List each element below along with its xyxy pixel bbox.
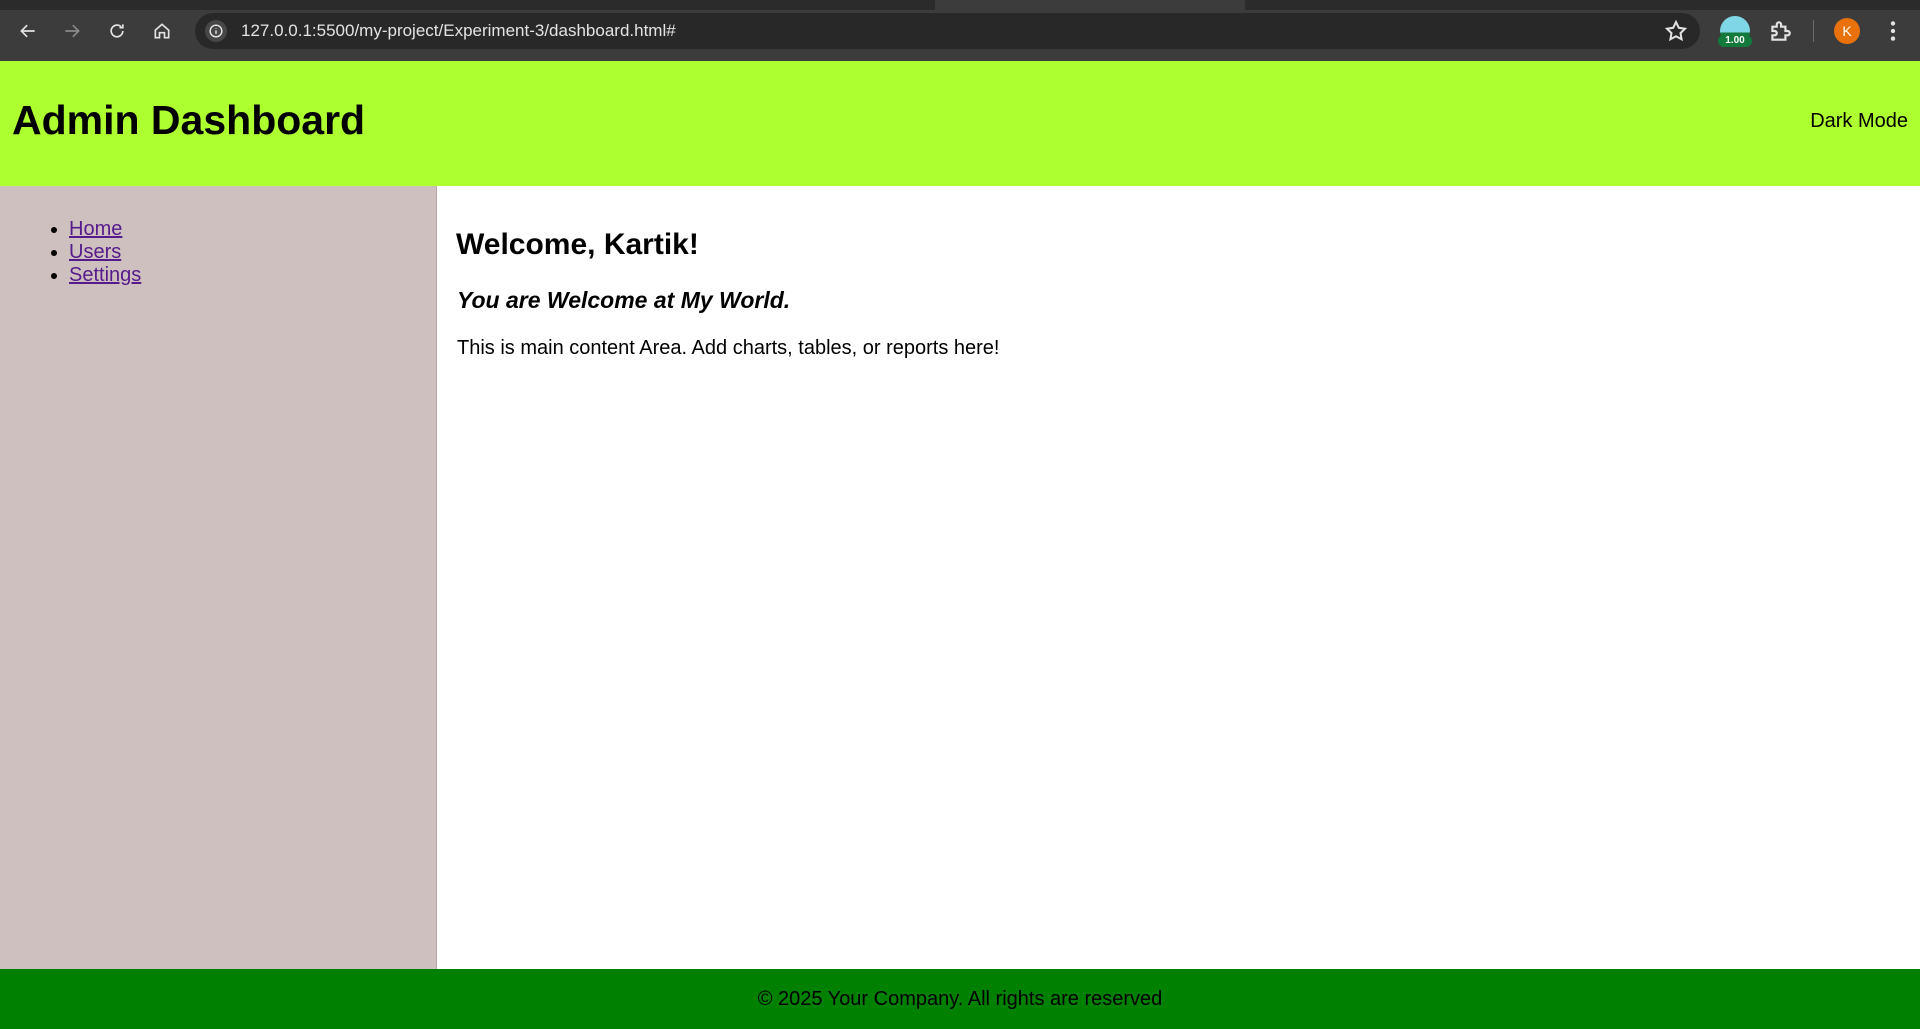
sidebar-item-settings: Settings xyxy=(69,264,141,287)
arrow-right-icon xyxy=(65,24,80,38)
home-button[interactable] xyxy=(146,15,178,47)
sidebar-nav-list: Home Users Settings xyxy=(0,218,141,287)
url-text[interactable]: 127.0.0.1:5500/my-project/Experiment-3/d… xyxy=(241,21,676,41)
page-header: Admin Dashboard Dark Mode xyxy=(0,61,1920,186)
arrow-left-icon xyxy=(20,24,35,38)
dark-mode-toggle[interactable]: Dark Mode xyxy=(1810,110,1908,133)
bookmark-star-icon[interactable] xyxy=(1664,19,1688,43)
page-title: Admin Dashboard xyxy=(12,97,366,143)
kebab-menu-icon[interactable] xyxy=(1880,18,1906,44)
reload-button[interactable] xyxy=(101,15,133,47)
active-tab[interactable] xyxy=(935,0,1245,10)
page-footer: © 2025 Your Company. All rights are rese… xyxy=(0,969,1920,1029)
extension-badge: 1.00 xyxy=(1718,35,1752,47)
back-button[interactable] xyxy=(12,15,44,47)
welcome-heading: Welcome, Kartik! xyxy=(456,228,699,261)
home-icon xyxy=(154,23,170,39)
browser-toolbar: 127.0.0.1:5500/my-project/Experiment-3/d… xyxy=(0,0,1920,61)
sidebar: Home Users Settings xyxy=(0,186,437,969)
main-body-text: This is main content Area. Add charts, t… xyxy=(457,337,1000,359)
toolbar-separator xyxy=(1813,20,1814,42)
forward-button[interactable] xyxy=(56,15,88,47)
sidebar-link-home[interactable]: Home xyxy=(69,218,122,240)
profile-avatar[interactable]: K xyxy=(1834,18,1860,44)
sidebar-item-users: Users xyxy=(69,241,141,264)
address-bar[interactable]: 127.0.0.1:5500/my-project/Experiment-3/d… xyxy=(195,13,1700,49)
sidebar-link-settings[interactable]: Settings xyxy=(69,264,141,286)
site-info-icon[interactable] xyxy=(205,20,227,42)
sidebar-item-home: Home xyxy=(69,218,141,241)
sidebar-link-users[interactable]: Users xyxy=(69,241,121,263)
extensions-puzzle-icon[interactable] xyxy=(1767,18,1793,44)
footer-text: © 2025 Your Company. All rights are rese… xyxy=(757,987,1163,1010)
main-content: Welcome, Kartik! You are Welcome at My W… xyxy=(437,186,1920,969)
welcome-subtitle: You are Welcome at My World. xyxy=(457,287,791,313)
reload-icon xyxy=(110,24,124,38)
